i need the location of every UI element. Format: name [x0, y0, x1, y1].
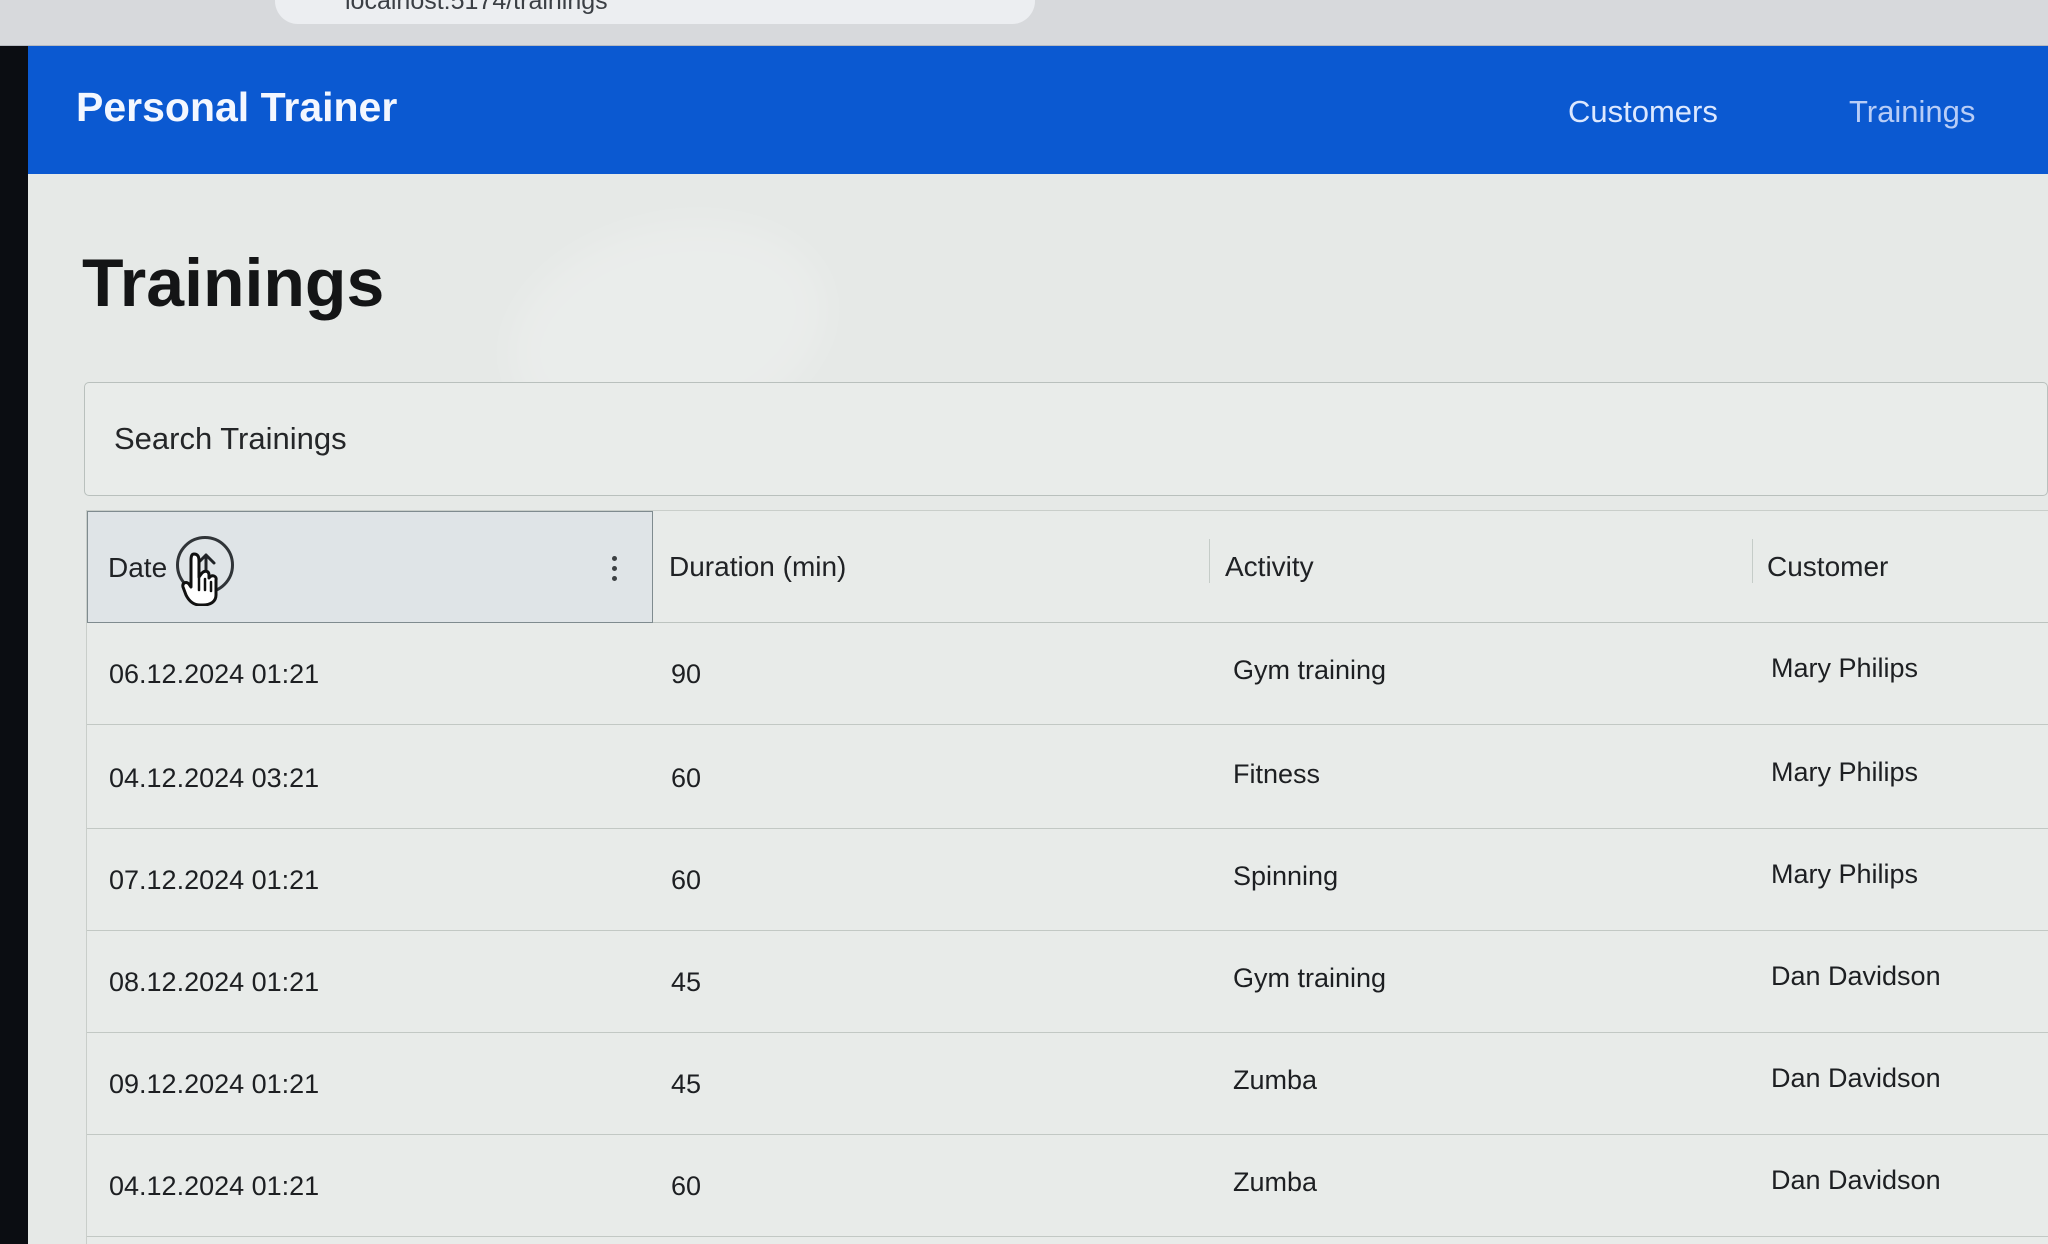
- nav-customers[interactable]: Customers: [1568, 94, 1718, 130]
- activity-cell: Zumba: [1233, 1065, 1318, 1095]
- date-header-label: Date: [108, 552, 168, 583]
- date-cell: 08.12.2024 01:21: [109, 967, 320, 997]
- table-row[interactable]: 09.12.2024 01:21 45 Zumba Dan Davidson: [87, 1033, 2048, 1135]
- browser-chrome: localhost:5174/trainings: [0, 0, 2048, 46]
- duration-cell: 60: [671, 1171, 702, 1201]
- brand-title: Personal Trainer: [76, 84, 398, 130]
- column-menu-icon[interactable]: [609, 556, 619, 586]
- activity-cell: Zumba: [1233, 1167, 1318, 1197]
- page-title: Trainings: [82, 245, 385, 321]
- trainings-table: Date Duration (min) Activity Customer 06…: [86, 510, 2048, 1244]
- date-cell: 07.12.2024 01:21: [109, 865, 320, 895]
- duration-cell: 90: [671, 659, 702, 689]
- activity-column-header[interactable]: Activity: [1225, 511, 1314, 623]
- date-column-header[interactable]: Date: [87, 511, 653, 623]
- duration-cell: 60: [671, 865, 702, 895]
- activity-cell: Fitness: [1233, 759, 1321, 789]
- customer-cell: Dan Davidson: [1771, 1063, 1941, 1093]
- hand-pointer-icon: [181, 552, 218, 606]
- customer-cell: Mary Philips: [1771, 757, 1919, 787]
- activity-cell: Gym training: [1233, 655, 1387, 685]
- customer-cell: Mary Philips: [1771, 859, 1919, 889]
- customer-cell: Mary Philips: [1771, 653, 1919, 683]
- column-divider: [1752, 539, 1753, 583]
- customer-cell: Dan Davidson: [1771, 961, 1941, 991]
- date-cell: 04.12.2024 01:21: [109, 1171, 320, 1201]
- duration-column-header[interactable]: Duration (min): [669, 511, 846, 623]
- column-divider: [1209, 539, 1210, 583]
- table-row[interactable]: 07.12.2024 01:21 60 Spinning Mary Philip…: [87, 829, 2048, 931]
- table-row[interactable]: 04.12.2024 03:21 60 Fitness Mary Philips: [87, 727, 2048, 829]
- search-trainings-input[interactable]: [84, 382, 2048, 496]
- duration-cell: 60: [671, 763, 702, 793]
- duration-cell: 45: [671, 967, 702, 997]
- activity-cell: Spinning: [1233, 861, 1339, 891]
- nav-trainings[interactable]: Trainings: [1849, 94, 1975, 130]
- customer-cell: Dan Davidson: [1771, 1165, 1941, 1195]
- date-cell: 04.12.2024 03:21: [109, 763, 320, 793]
- table-row[interactable]: 08.12.2024 01:21 45 Gym training Dan Dav…: [87, 931, 2048, 1033]
- date-cell: 06.12.2024 01:21: [109, 659, 320, 689]
- activity-cell: Gym training: [1233, 963, 1387, 993]
- customer-column-header[interactable]: Customer: [1767, 511, 1888, 623]
- date-cell: 09.12.2024 01:21: [109, 1069, 320, 1099]
- app-page: Personal Trainer Customers Trainings Tra…: [28, 46, 2048, 1244]
- table-row[interactable]: 06.12.2024 01:21 90 Gym training Mary Ph…: [87, 623, 2048, 725]
- address-bar[interactable]: localhost:5174/trainings: [275, 0, 1035, 24]
- table-row[interactable]: 04.12.2024 01:21 60 Zumba Dan Davidson: [87, 1135, 2048, 1237]
- table-header: Date Duration (min) Activity Customer: [87, 511, 2048, 623]
- duration-cell: 45: [671, 1069, 702, 1099]
- top-navigation: Personal Trainer Customers Trainings: [28, 46, 2048, 174]
